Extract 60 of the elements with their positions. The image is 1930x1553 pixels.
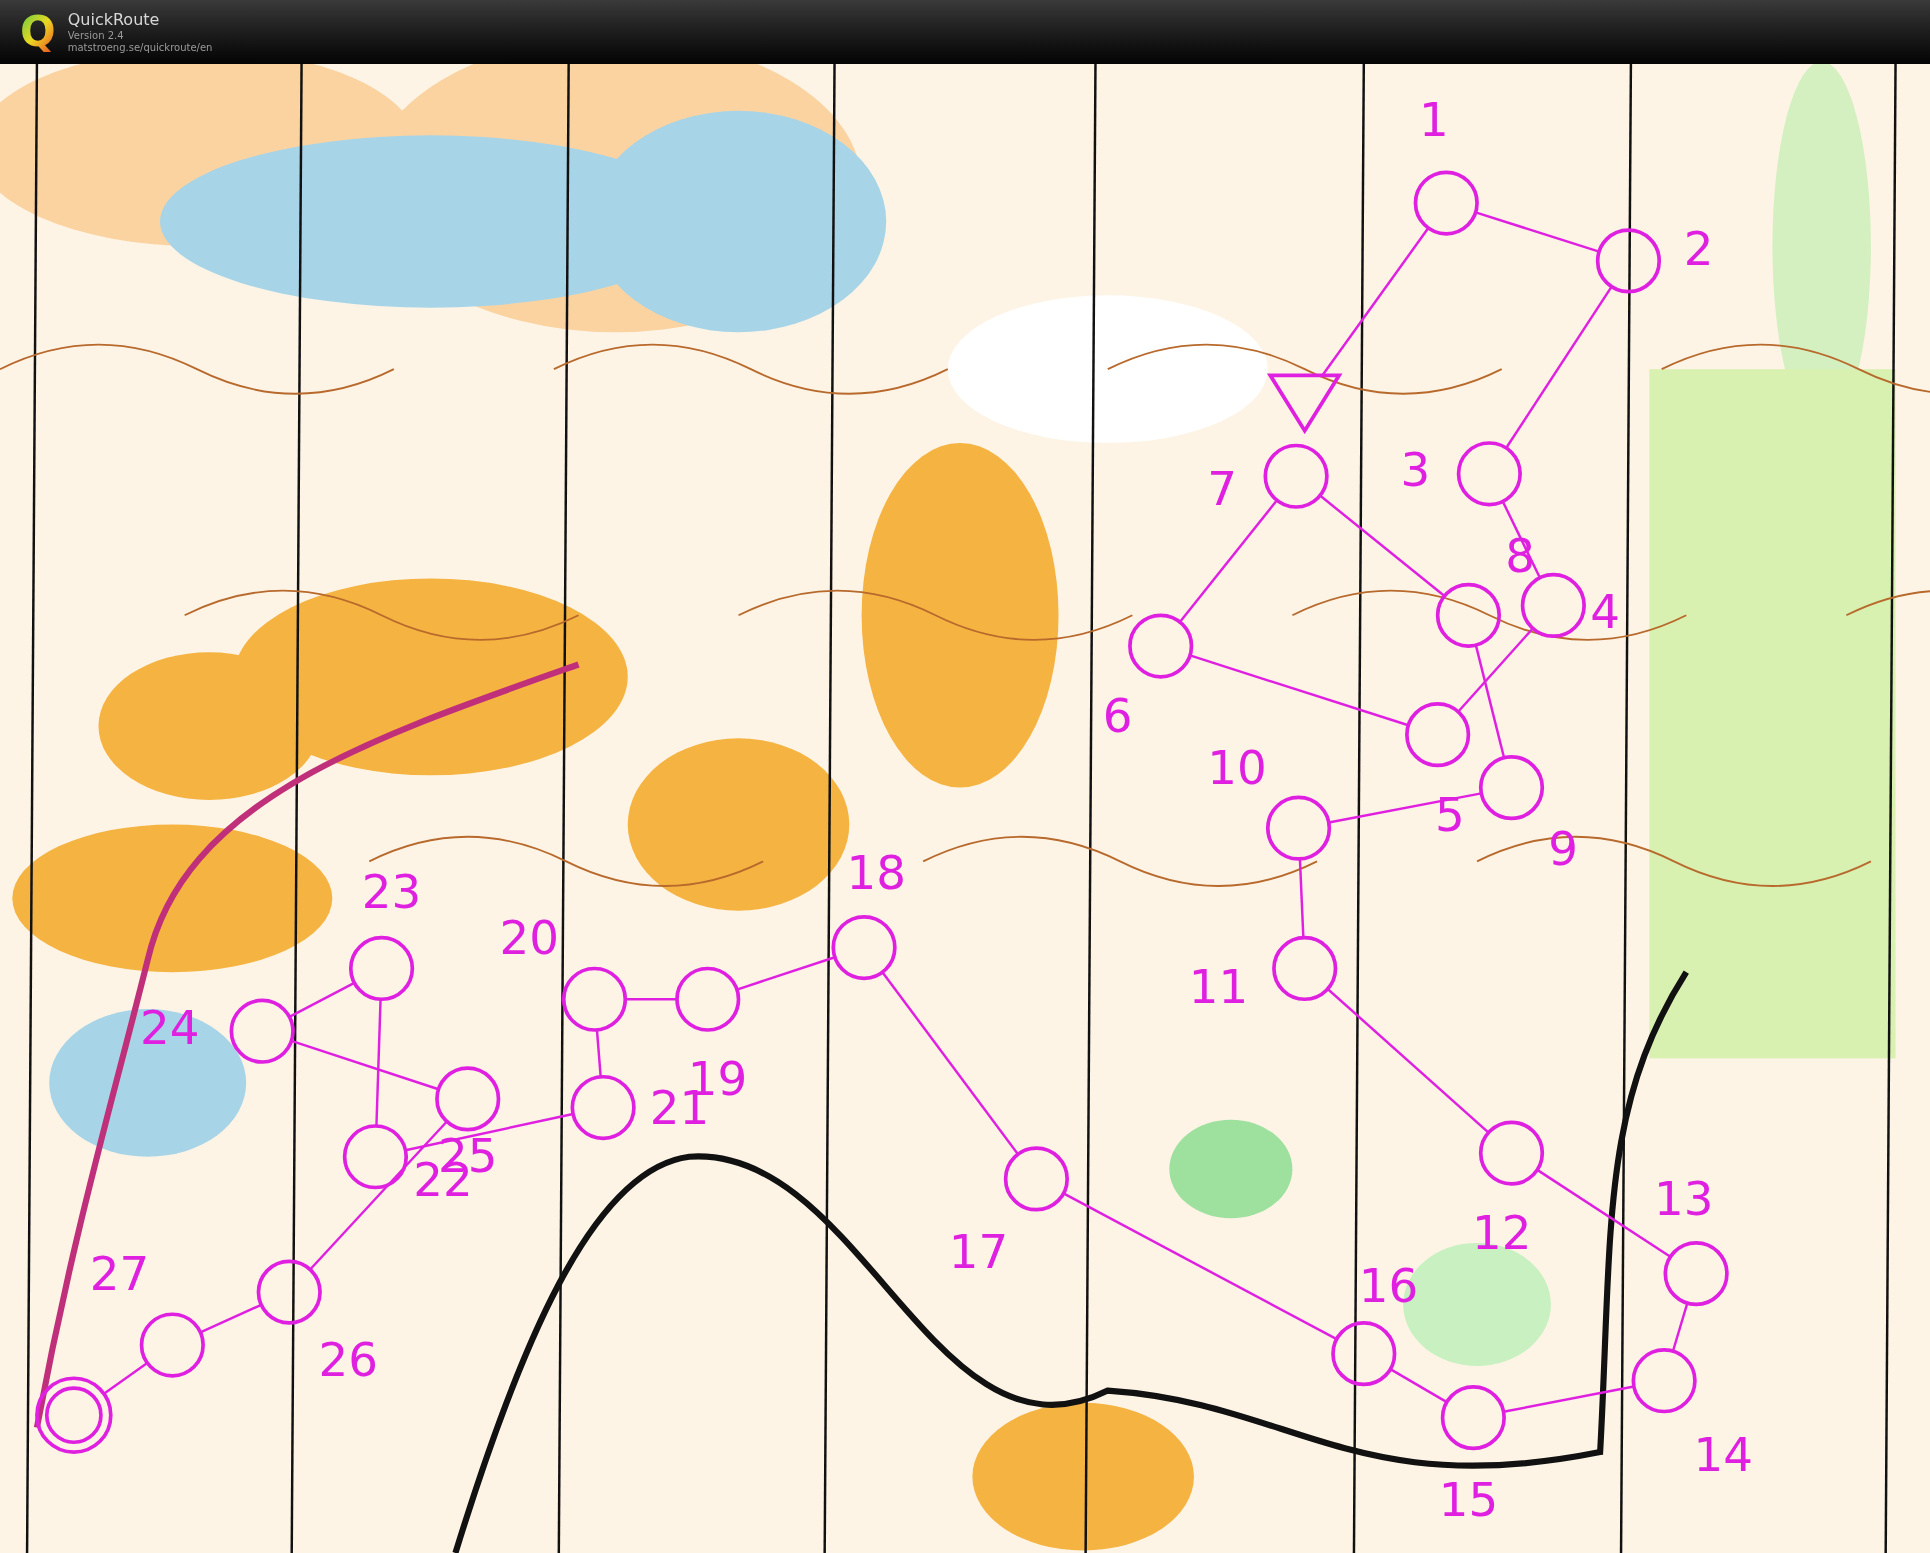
- control-number: 15: [1438, 1473, 1499, 1528]
- control-circle: [1440, 1385, 1506, 1451]
- control-circle: [435, 1066, 501, 1132]
- control-number: 16: [1358, 1259, 1419, 1314]
- control-circle: [1003, 1146, 1069, 1212]
- control-number: 7: [1207, 461, 1238, 516]
- control-number: 11: [1188, 960, 1249, 1015]
- control-circle: [139, 1312, 205, 1378]
- control-circle: [1405, 702, 1471, 768]
- control-number: 13: [1654, 1171, 1714, 1226]
- app-logo: Q: [20, 11, 56, 53]
- course-leg: [595, 1029, 602, 1077]
- control-number: 9: [1548, 822, 1579, 877]
- control-circle: [1265, 795, 1332, 861]
- course-leg: [288, 981, 355, 1018]
- course-leg: [625, 998, 677, 1001]
- control-circle: [1595, 228, 1662, 294]
- control-circle: [1631, 1348, 1697, 1414]
- control-circle: [256, 1259, 322, 1325]
- control-number: 26: [318, 1333, 379, 1387]
- control-circle: [1478, 754, 1545, 821]
- control-number: 17: [948, 1224, 1009, 1279]
- control-number: 18: [846, 845, 907, 900]
- app-version: Version 2.4: [67, 29, 125, 42]
- control-circle: [570, 1074, 636, 1141]
- control-circle: [229, 998, 295, 1064]
- control-circle: [1272, 935, 1338, 1002]
- control-circle: [831, 914, 897, 981]
- control-number: 12: [1471, 1206, 1532, 1261]
- control-circle: [1413, 170, 1479, 236]
- app-name: QuickRoute: [67, 9, 161, 30]
- control-circle: [1263, 443, 1329, 509]
- course-leg: [1389, 1368, 1448, 1404]
- control-number: 6: [1102, 689, 1133, 744]
- control-number: 24: [140, 1000, 200, 1055]
- control-circle: [342, 1124, 409, 1190]
- control-circle: [1663, 1241, 1729, 1307]
- control-number: 20: [499, 910, 560, 965]
- control-circle: [1520, 572, 1586, 639]
- control-circle: [1331, 1321, 1397, 1387]
- control-number: 2: [1683, 221, 1714, 276]
- course-leg: [199, 1303, 262, 1334]
- control-circle: [1128, 613, 1194, 679]
- control-number: 4: [1590, 584, 1620, 639]
- course-leg: [1671, 1302, 1689, 1352]
- control-number: 8: [1505, 529, 1535, 584]
- control-circle: [348, 935, 415, 1002]
- control-number: 14: [1693, 1427, 1753, 1482]
- app-url: matstroeng.se/quickroute/en: [67, 42, 213, 55]
- control-circle: [561, 966, 628, 1032]
- control-circle: [1456, 441, 1522, 507]
- control-number: 1: [1419, 92, 1449, 147]
- course-leg: [103, 1361, 148, 1395]
- control-number: 3: [1400, 443, 1431, 498]
- control-circle: [1478, 1120, 1545, 1186]
- control-circle: [1435, 582, 1502, 648]
- control-number: 10: [1207, 741, 1267, 796]
- control-number: 23: [361, 865, 422, 920]
- control-number: 27: [89, 1246, 150, 1301]
- control-circle: [675, 966, 741, 1032]
